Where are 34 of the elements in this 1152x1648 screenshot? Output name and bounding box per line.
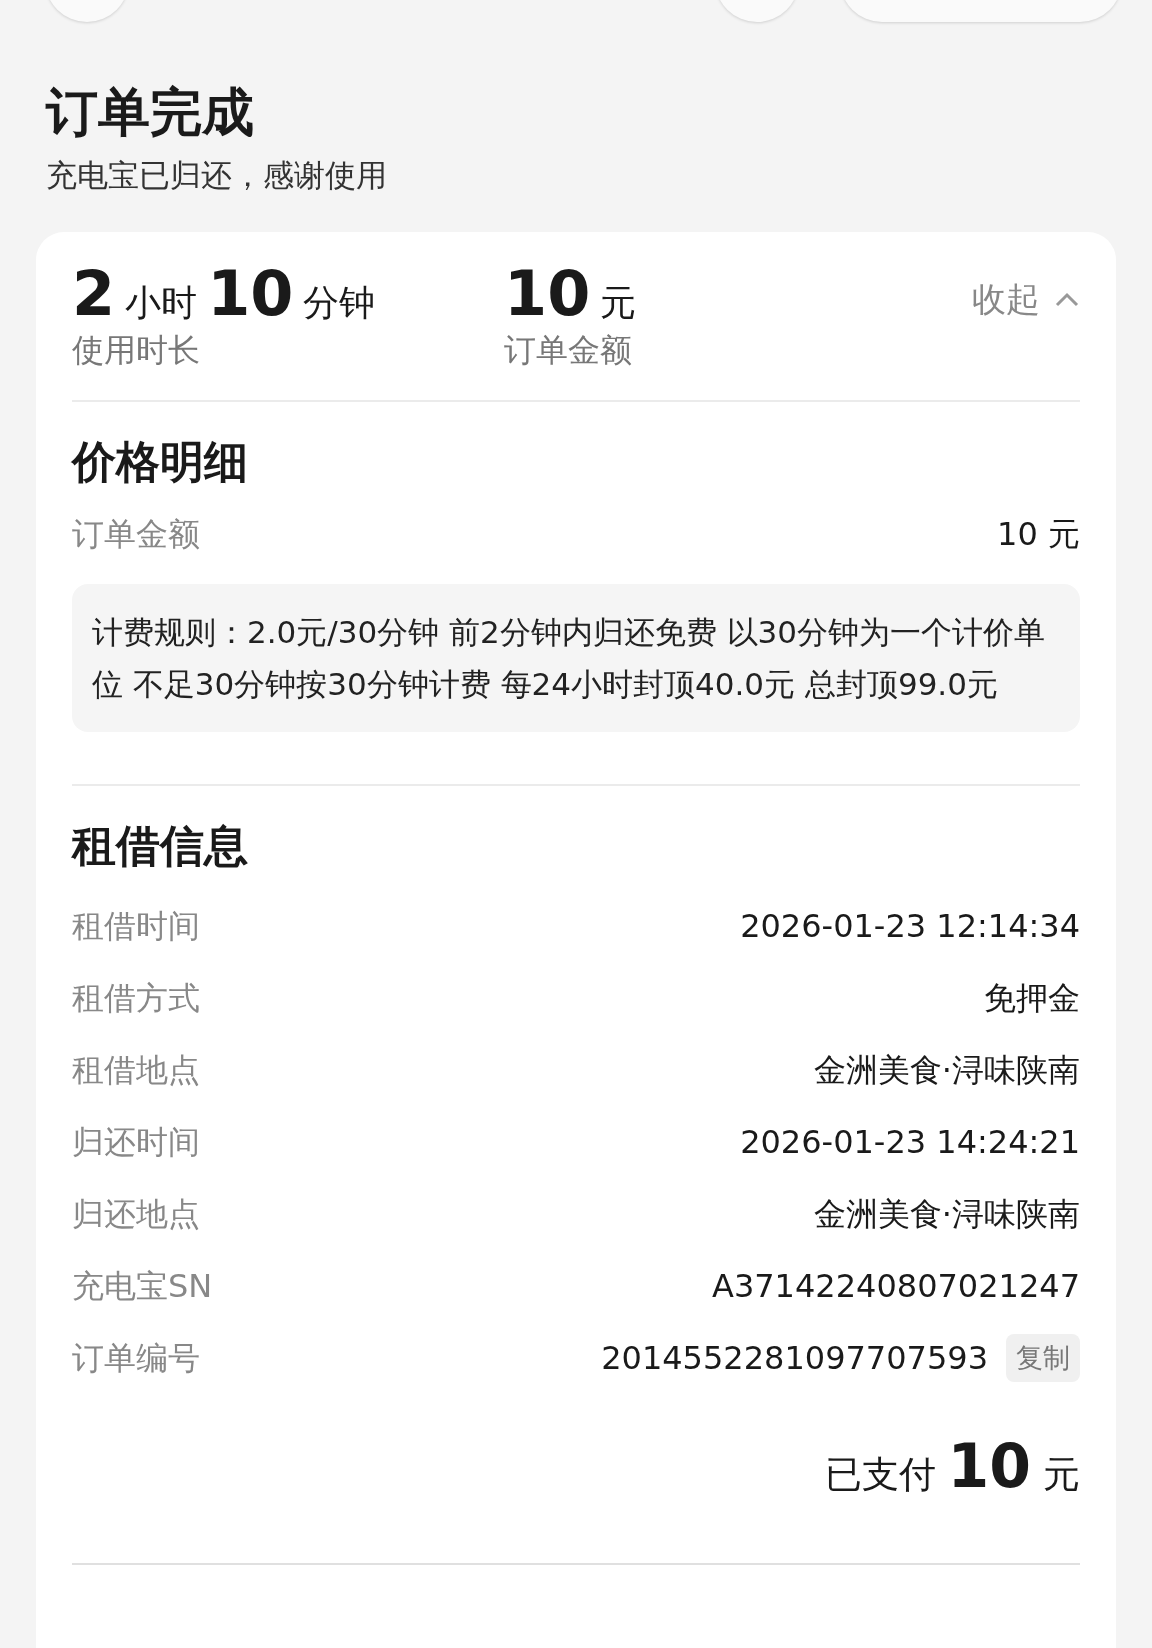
paid-amount: 10 bbox=[947, 1434, 1031, 1498]
row-label: 租借地点 bbox=[72, 1050, 200, 1091]
row-label: 租借方式 bbox=[72, 978, 200, 1019]
row-label: 租借时间 bbox=[72, 906, 200, 947]
stat-number: 2 bbox=[72, 258, 116, 330]
row-label: 订单金额 bbox=[72, 514, 200, 555]
stat-label: 使用时长 bbox=[72, 330, 201, 370]
billing-rule-text: 计费规则：2.0元/30分钟 前2分钟内归还免费 以30分钟为一个计价单位 不足30分钟按30分钟计费 每24小时封顶40.0元 总封顶99.0元 bbox=[72, 584, 1080, 732]
row-value: 10 元 bbox=[997, 514, 1080, 555]
stat-number: 10 bbox=[504, 258, 591, 330]
page-title: 订单完成 bbox=[46, 81, 255, 144]
row-value: A37142240807021247 bbox=[712, 1266, 1080, 1307]
stat-unit: 小时 bbox=[125, 281, 198, 325]
paid-label: 已支付 bbox=[824, 1452, 936, 1498]
collapse-toggle[interactable]: 收起 bbox=[972, 274, 1080, 325]
row-label: 订单编号 bbox=[72, 1338, 200, 1379]
paid-unit: 元 bbox=[1043, 1452, 1080, 1498]
row-label: 归还时间 bbox=[72, 1122, 200, 1163]
row-value: 金洲美食·浔味陕南 bbox=[813, 1050, 1080, 1091]
row-value: 2014552281097707593 bbox=[601, 1338, 988, 1379]
row-value: 免押金 bbox=[984, 978, 1080, 1019]
stat-label: 订单金额 bbox=[504, 330, 633, 370]
row-label: 充电宝SN bbox=[72, 1266, 213, 1307]
stat-unit: 元 bbox=[600, 281, 637, 325]
row-label: 归还地点 bbox=[72, 1194, 200, 1235]
row-value: 2026-01-23 14:24:21 bbox=[740, 1122, 1080, 1163]
stat-number: 10 bbox=[207, 258, 294, 330]
section-heading: 租借信息 bbox=[72, 819, 249, 873]
subtitle: 充电宝已归还，感谢使用 bbox=[46, 156, 388, 195]
section-heading: 价格明细 bbox=[72, 435, 249, 489]
row-value: 金洲美食·浔味陕南 bbox=[813, 1194, 1080, 1235]
stat-unit: 分钟 bbox=[303, 281, 376, 325]
row-value: 2026-01-23 12:14:34 bbox=[740, 906, 1080, 947]
copy-button[interactable]: 复制 bbox=[1006, 1333, 1080, 1383]
